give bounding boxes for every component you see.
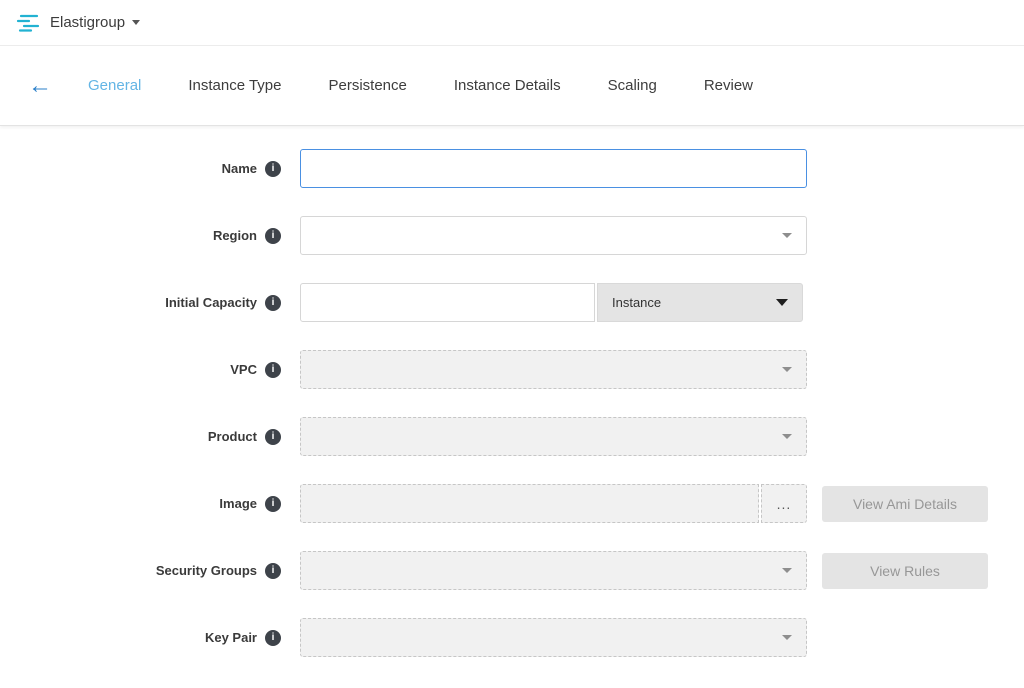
tab-scaling[interactable]: Scaling — [608, 77, 657, 94]
tab-review[interactable]: Review — [704, 77, 753, 94]
info-icon[interactable]: i — [265, 295, 281, 311]
security-groups-select — [300, 551, 807, 590]
key-pair-control — [300, 618, 807, 657]
vpc-select — [300, 350, 807, 389]
region-label: Region — [213, 228, 257, 243]
vpc-label-cell: VPC i — [0, 362, 281, 378]
info-icon[interactable]: i — [265, 496, 281, 512]
chevron-down-icon — [782, 233, 792, 238]
elastigroup-logo-icon — [16, 13, 40, 33]
name-control — [300, 149, 807, 188]
form-row-key-pair: Key Pair i — [0, 618, 1024, 657]
initial-capacity-label: Initial Capacity — [165, 295, 257, 310]
key-pair-label: Key Pair — [205, 630, 257, 645]
tab-instance-details[interactable]: Instance Details — [454, 77, 561, 94]
brand-name[interactable]: Elastigroup — [50, 14, 125, 31]
region-control — [300, 216, 807, 255]
form-row-image: Image i ... View Ami Details — [0, 484, 1024, 523]
image-label: Image — [219, 496, 257, 511]
info-icon[interactable]: i — [265, 630, 281, 646]
form-row-name: Name i — [0, 149, 1024, 188]
region-label-cell: Region i — [0, 228, 281, 244]
view-ami-details-button[interactable]: View Ami Details — [822, 486, 988, 522]
key-pair-label-cell: Key Pair i — [0, 630, 281, 646]
vpc-label: VPC — [230, 362, 257, 377]
chevron-down-icon — [776, 299, 788, 306]
form-row-product: Product i — [0, 417, 1024, 456]
tab-persistence[interactable]: Persistence — [329, 77, 407, 94]
name-label: Name — [222, 161, 257, 176]
capacity-unit-select[interactable]: Instance — [597, 283, 803, 322]
info-icon[interactable]: i — [265, 563, 281, 579]
region-select[interactable] — [300, 216, 807, 255]
image-control: ... View Ami Details — [300, 484, 988, 523]
view-rules-button[interactable]: View Rules — [822, 553, 988, 589]
name-input[interactable] — [300, 149, 807, 188]
form-row-vpc: VPC i — [0, 350, 1024, 389]
capacity-unit-value: Instance — [612, 295, 661, 310]
form-row-region: Region i — [0, 216, 1024, 255]
chevron-down-icon — [782, 367, 792, 372]
security-groups-label: Security Groups — [156, 563, 257, 578]
security-groups-label-cell: Security Groups i — [0, 563, 281, 579]
chevron-down-icon — [782, 568, 792, 573]
chevron-down-icon — [782, 635, 792, 640]
back-arrow-icon[interactable]: ← — [28, 74, 88, 98]
product-label: Product — [208, 429, 257, 444]
image-label-cell: Image i — [0, 496, 281, 512]
product-label-cell: Product i — [0, 429, 281, 445]
initial-capacity-input[interactable] — [300, 283, 595, 322]
initial-capacity-control: Instance — [300, 283, 803, 322]
initial-capacity-label-cell: Initial Capacity i — [0, 295, 281, 311]
general-settings-form: Name i Region i Initial Capacity i Insta… — [0, 126, 1024, 657]
form-row-initial-capacity: Initial Capacity i Instance — [0, 283, 1024, 322]
chevron-down-icon[interactable] — [132, 20, 140, 25]
info-icon[interactable]: i — [265, 228, 281, 244]
wizard-tab-bar: ← General Instance Type Persistence Inst… — [0, 46, 1024, 126]
name-label-cell: Name i — [0, 161, 281, 177]
tab-general[interactable]: General — [88, 77, 141, 94]
tab-instance-type[interactable]: Instance Type — [188, 77, 281, 94]
info-icon[interactable]: i — [265, 362, 281, 378]
product-control — [300, 417, 807, 456]
top-bar: Elastigroup — [0, 0, 1024, 46]
image-input — [300, 484, 759, 523]
vpc-control — [300, 350, 807, 389]
info-icon[interactable]: i — [265, 161, 281, 177]
key-pair-select — [300, 618, 807, 657]
info-icon[interactable]: i — [265, 429, 281, 445]
browse-image-button[interactable]: ... — [761, 484, 807, 523]
product-select — [300, 417, 807, 456]
form-row-security-groups: Security Groups i View Rules — [0, 551, 1024, 590]
image-field: ... — [300, 484, 807, 523]
security-groups-control: View Rules — [300, 551, 988, 590]
chevron-down-icon — [782, 434, 792, 439]
